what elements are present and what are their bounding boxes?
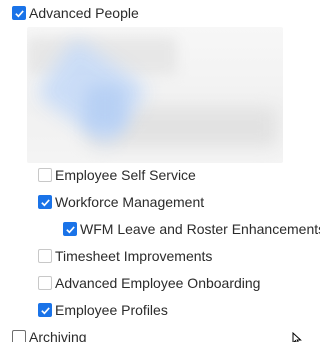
tree-item-advanced-employee-onboarding[interactable]: Advanced Employee Onboarding: [38, 273, 260, 293]
tree-item-timesheet-improvements[interactable]: Timesheet Improvements: [38, 246, 212, 266]
tree-item-advanced-people[interactable]: Advanced People: [12, 3, 139, 23]
check-icon: [40, 306, 50, 314]
archiving-checkbox[interactable]: [12, 330, 26, 342]
workforce-management-checkbox[interactable]: [38, 195, 52, 209]
tree-item-archiving[interactable]: Archiving: [12, 327, 87, 342]
check-icon: [14, 9, 24, 17]
advanced-people-label: Advanced People: [29, 5, 139, 21]
wfm-leave-roster-checkbox[interactable]: [63, 222, 77, 236]
advanced-employee-onboarding-label: Advanced Employee Onboarding: [55, 275, 261, 291]
advanced-employee-onboarding-checkbox[interactable]: [38, 276, 52, 290]
tree-item-employee-self-service[interactable]: Employee Self Service: [38, 165, 196, 185]
workforce-management-label: Workforce Management: [55, 194, 205, 210]
employee-self-service-checkbox[interactable]: [38, 168, 52, 182]
mouse-pointer-icon: [292, 332, 302, 342]
tree-item-workforce-management[interactable]: Workforce Management: [38, 192, 204, 212]
tree-item-wfm-leave-roster[interactable]: WFM Leave and Roster Enhancements: [63, 219, 320, 239]
employee-profiles-checkbox[interactable]: [38, 303, 52, 317]
redacted-image: [27, 27, 283, 163]
tree-item-employee-profiles[interactable]: Employee Profiles: [38, 300, 168, 320]
wfm-leave-roster-label: WFM Leave and Roster Enhancements: [80, 221, 320, 237]
check-icon: [40, 198, 50, 206]
timesheet-improvements-label: Timesheet Improvements: [55, 248, 213, 264]
check-icon: [65, 225, 75, 233]
timesheet-improvements-checkbox[interactable]: [38, 249, 52, 263]
archiving-label: Archiving: [29, 329, 87, 342]
advanced-people-checkbox[interactable]: [12, 6, 26, 20]
employee-profiles-label: Employee Profiles: [55, 302, 168, 318]
employee-self-service-label: Employee Self Service: [55, 167, 196, 183]
